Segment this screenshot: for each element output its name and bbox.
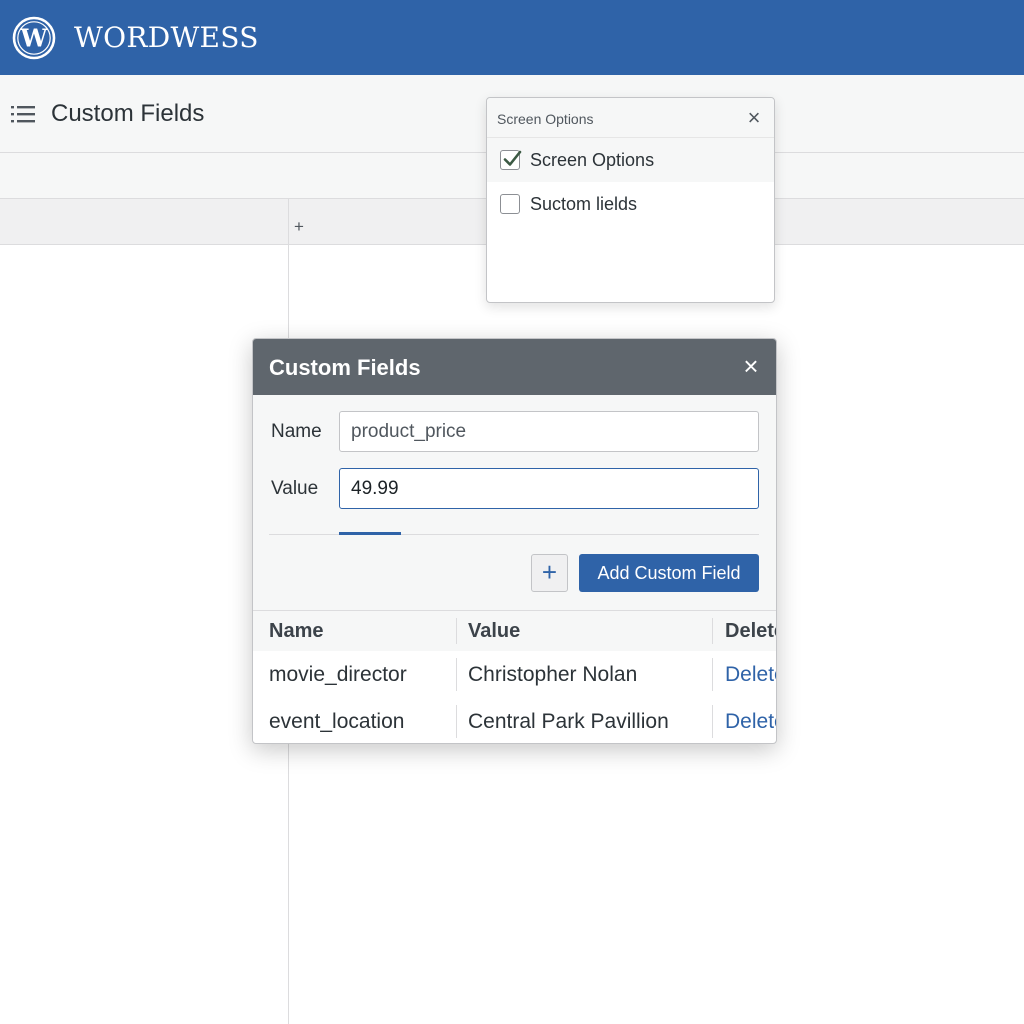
checkbox-checked[interactable] — [500, 150, 522, 170]
input-focus-underline — [339, 532, 401, 535]
table-row: movie_director Christopher Nolan Delete — [253, 651, 776, 698]
column-separator — [712, 705, 713, 738]
custom-fields-modal: Custom Fields × Name Value + Add Custom … — [252, 338, 777, 744]
admin-bar: W WORDWESS — [0, 0, 1024, 75]
screen-options-header: Screen Options × — [487, 98, 774, 138]
column-separator — [712, 658, 713, 691]
custom-fields-table: Name Value Delete movie_director Christo… — [253, 611, 776, 743]
column-separator — [712, 618, 713, 644]
delete-link[interactable]: Delete — [725, 698, 776, 743]
screen-option-label: Screen Options — [530, 149, 655, 170]
list-icon[interactable] — [10, 103, 36, 125]
delete-link[interactable]: Delete — [725, 651, 776, 698]
screen-option-label: Suctom lields — [530, 193, 638, 214]
column-separator — [456, 658, 457, 691]
screen-options-panel: Screen Options × Screen Options Suctom l… — [486, 97, 775, 303]
checkbox-unchecked[interactable] — [500, 194, 520, 214]
column-separator — [456, 705, 457, 738]
column-separator — [456, 618, 457, 644]
column-header-delete: Delete — [725, 619, 776, 642]
value-input[interactable] — [339, 468, 759, 509]
modal-header: Custom Fields × — [253, 339, 776, 395]
add-custom-field-button[interactable]: Add Custom Field — [579, 554, 759, 592]
table-header-row: Name Value Delete — [253, 611, 776, 651]
plus-button[interactable]: + — [531, 554, 568, 592]
checkmark-icon — [503, 150, 522, 166]
screen-options-title: Screen Options — [497, 111, 594, 127]
column-header-value: Value — [468, 619, 521, 642]
value-label: Value — [271, 478, 319, 499]
site-brand[interactable]: WORDWESS — [74, 21, 259, 54]
screen-option-item[interactable]: Screen Options — [487, 138, 774, 182]
table-row: event_location Central Park Pavillion De… — [253, 698, 776, 743]
custom-field-form: Name Value + Add Custom Field — [253, 395, 776, 611]
field-value-cell: Christopher Nolan — [468, 662, 638, 686]
column-header-name: Name — [269, 619, 324, 642]
screen-option-item[interactable]: Suctom lields — [487, 182, 774, 226]
name-label: Name — [271, 421, 322, 442]
close-icon[interactable]: × — [743, 107, 765, 129]
add-column-plus-icon[interactable]: + — [294, 217, 304, 237]
modal-title: Custom Fields — [269, 355, 421, 380]
field-value-cell: Central Park Pavillion — [468, 709, 669, 733]
field-name-cell: event_location — [269, 709, 405, 733]
wordpress-logo-icon[interactable]: W — [12, 16, 56, 60]
field-name-cell: movie_director — [269, 662, 407, 686]
page-title: Custom Fields — [51, 99, 205, 127]
close-icon[interactable]: × — [738, 353, 764, 379]
name-input[interactable] — [339, 411, 759, 452]
svg-text:W: W — [20, 23, 49, 52]
